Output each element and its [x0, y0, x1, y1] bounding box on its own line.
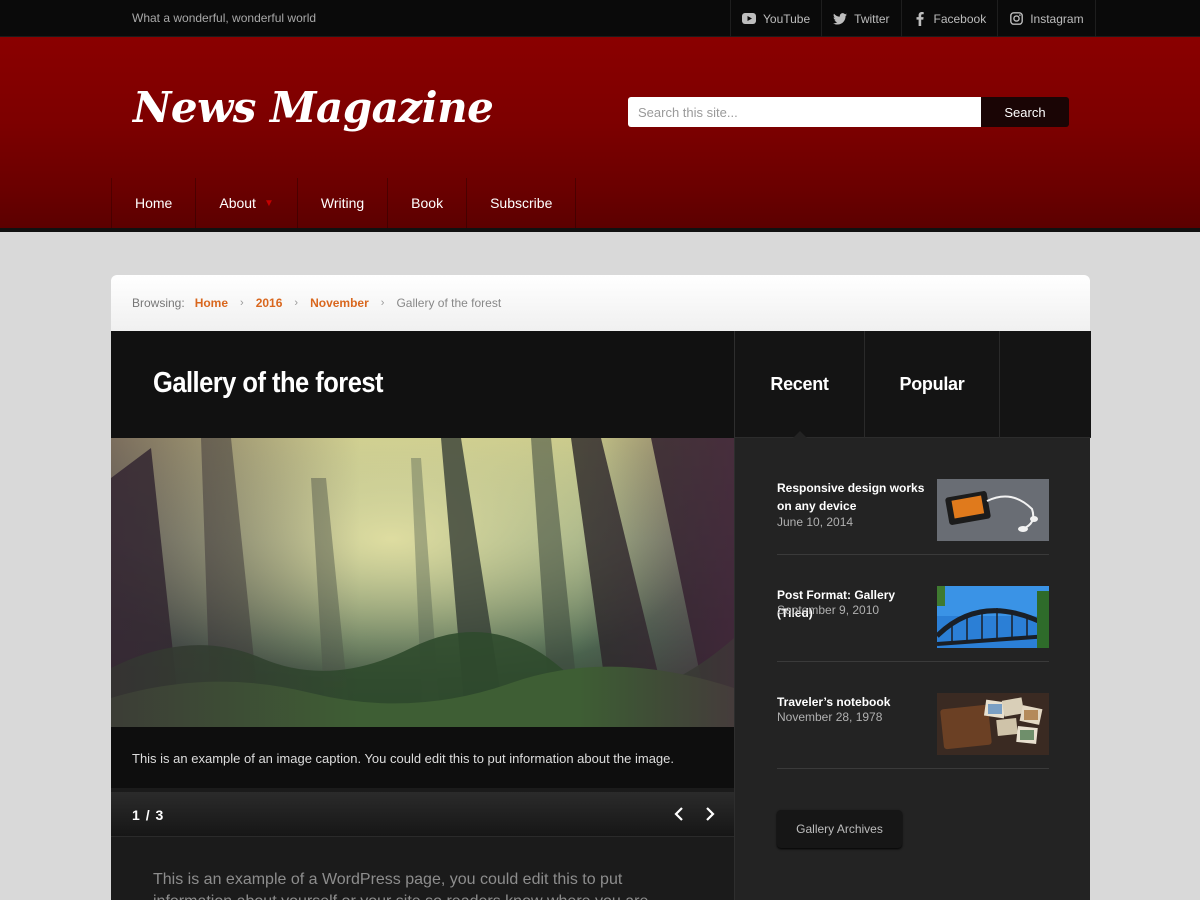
- image-caption: This is an example of an image caption. …: [111, 727, 734, 788]
- breadcrumb-link-home[interactable]: Home: [195, 296, 228, 310]
- chevron-down-icon: ▼: [263, 197, 274, 209]
- chevron-left-icon[interactable]: [670, 804, 690, 824]
- active-tab-indicator: [792, 431, 808, 439]
- nav-label: Book: [411, 195, 444, 211]
- breadcrumb-link-month[interactable]: November: [310, 296, 369, 310]
- nav-item-writing[interactable]: Writing: [298, 178, 389, 228]
- gallery-image[interactable]: [111, 438, 734, 727]
- instagram-icon: [1009, 12, 1023, 26]
- recent-post-thumbnail[interactable]: [937, 479, 1049, 541]
- gallery-counter-separator: /: [145, 807, 151, 823]
- site-title[interactable]: News Magazine: [133, 83, 494, 132]
- nav-item-subscribe[interactable]: Subscribe: [467, 178, 577, 228]
- search-form: Search: [628, 97, 1069, 127]
- post-title: Gallery of the forest: [153, 367, 384, 399]
- gallery-total: 3: [155, 807, 165, 823]
- gallery-counter: 1 / 3: [132, 807, 164, 823]
- social-label: Instagram: [1030, 11, 1084, 26]
- list-item[interactable]: Post Format: Gallery (Tiled) September 9…: [777, 555, 1049, 662]
- site-tagline: What a wonderful, wonderful world: [132, 11, 317, 25]
- recent-post-date: June 10, 2014: [777, 515, 854, 529]
- social-label: YouTube: [763, 11, 811, 26]
- nav-item-about[interactable]: About ▼: [196, 178, 298, 228]
- recent-post-thumbnail[interactable]: [937, 693, 1049, 755]
- tab-label: Recent: [770, 374, 829, 394]
- gallery-current-index: 1: [132, 807, 141, 823]
- social-links: YouTube Twitter Facebook Instagram: [730, 0, 1096, 37]
- gallery-pager: 1 / 3: [111, 792, 734, 837]
- recent-post-title[interactable]: Responsive design works on any device: [777, 479, 927, 515]
- breadcrumb-label: Browsing:: [132, 296, 185, 310]
- site-header: News Magazine Search Home About ▼ Writing…: [0, 37, 1200, 228]
- list-item[interactable]: Responsive design works on any device Ju…: [777, 448, 1049, 555]
- sidebar-tabs: Recent Popular: [735, 331, 1091, 439]
- sidebar: Recent Popular Responsive design works o…: [734, 331, 1091, 900]
- breadcrumb: Browsing: Home › 2016 › November › Galle…: [111, 275, 1090, 331]
- social-link-twitter[interactable]: Twitter: [822, 0, 902, 37]
- nav-item-book[interactable]: Book: [388, 178, 468, 228]
- tab-label: Popular: [899, 374, 965, 394]
- breadcrumb-link-year[interactable]: 2016: [256, 296, 283, 310]
- breadcrumb-current: Gallery of the forest: [396, 296, 502, 310]
- search-button[interactable]: Search: [981, 97, 1069, 127]
- chevron-right-icon: ›: [380, 297, 385, 309]
- main-content: Gallery of the forest This is an example…: [111, 331, 734, 900]
- tab-recent[interactable]: Recent: [735, 331, 865, 439]
- social-link-instagram[interactable]: Instagram: [998, 0, 1096, 37]
- tab-popular[interactable]: Popular: [865, 331, 1000, 438]
- nav-item-home[interactable]: Home: [112, 178, 197, 228]
- chevron-right-icon: ›: [240, 297, 244, 309]
- gallery-archives-button[interactable]: Gallery Archives: [777, 810, 902, 848]
- post-body: This is an example of a WordPress page, …: [153, 871, 648, 900]
- search-input[interactable]: [628, 97, 981, 127]
- recent-post-date: November 28, 1978: [777, 710, 883, 724]
- facebook-icon: [913, 11, 927, 26]
- nav-label: Home: [135, 195, 173, 211]
- recent-post-title[interactable]: Traveler’s notebook: [777, 693, 927, 711]
- social-label: Facebook: [933, 11, 987, 26]
- header-divider: [0, 228, 1200, 232]
- social-link-youtube[interactable]: YouTube: [731, 0, 823, 37]
- main-nav: Home About ▼ Writing Book Subscribe: [111, 178, 577, 228]
- nav-label: Subscribe: [490, 195, 553, 211]
- chevron-right-icon[interactable]: [699, 804, 719, 824]
- chevron-right-icon: ›: [294, 297, 299, 309]
- list-item[interactable]: Traveler’s notebook November 28, 1978: [777, 662, 1049, 769]
- twitter-icon: [833, 12, 848, 26]
- youtube-icon: [742, 12, 756, 26]
- social-label: Twitter: [854, 11, 890, 26]
- social-link-facebook[interactable]: Facebook: [902, 0, 999, 37]
- post-header: Gallery of the forest: [111, 331, 734, 438]
- nav-label: About: [219, 195, 256, 211]
- top-bar: What a wonderful, wonderful world YouTub…: [0, 0, 1200, 37]
- recent-post-date: September 9, 2010: [777, 603, 880, 617]
- recent-post-thumbnail[interactable]: [937, 586, 1049, 648]
- nav-label: Writing: [320, 195, 365, 211]
